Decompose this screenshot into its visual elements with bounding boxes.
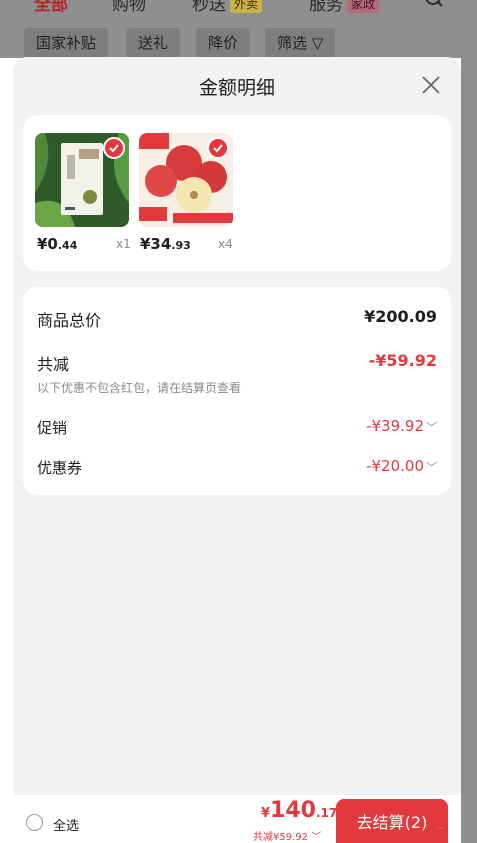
checkout-button[interactable]: 去结算(2) [336,799,448,843]
close-icon[interactable] [419,73,443,97]
coupon-value[interactable]: -¥20.00 ﹀ [366,457,437,475]
filter-price-drop[interactable]: 降价 [196,28,251,58]
discount-label: 共减 [37,355,70,374]
housekeeping-badge: 家政 [347,0,380,13]
selected-check-icon [103,137,125,159]
product-quantity: x4 [218,237,233,251]
search-icon[interactable] [424,0,444,17]
chevron-down-icon: ﹀ [311,832,322,843]
takeout-badge: 外卖 [230,0,263,13]
price-summary-card: 商品总价 ¥200.09 共减 -¥59.92 以下优惠不包含红包，请在结算页查… [23,287,451,495]
selected-check-icon [207,137,229,159]
tab-instant[interactable]: 秒送 外卖 [192,0,263,15]
chevron-down-icon: ﹀ [426,461,437,474]
checkout-bar: 全选 ¥140.17 共减¥59.92 ﹀ 去结算(2) [13,795,461,843]
amount-detail-sheet: 金额明细 ¥0.44 x1 ¥34.93 x4 商品总价 ¥200.09 共减 … [13,57,461,843]
discount-note: 以下优惠不包含红包，请在结算页查看 [37,381,242,395]
product-image-apples[interactable] [139,133,233,227]
product-price: ¥34.93 [140,235,191,253]
select-all-radio[interactable] [26,814,43,831]
filter-national-subsidy[interactable]: 国家补贴 [24,28,109,58]
tab-service[interactable]: 服务 家政 [309,0,380,15]
dimmed-header: 全部 购物 秒送 外卖 服务 家政 国家补贴 送礼 降价 筛选 ▽ [0,0,477,58]
dim-overlay-edge [461,0,477,843]
total-price: ¥140.17 [261,798,338,823]
filter-gift[interactable]: 送礼 [126,28,181,58]
product-list-card: ¥0.44 x1 ¥34.93 x4 [23,115,451,271]
subtotal-value: ¥200.09 [364,307,437,326]
coupon-label: 优惠券 [37,459,83,477]
filter-bar: 国家补贴 送礼 降价 筛选 ▽ [0,28,477,58]
top-tabs: 全部 购物 秒送 外卖 服务 家政 [0,0,477,18]
filter-button[interactable]: 筛选 ▽ [265,28,336,58]
product-quantity: x1 [116,237,131,251]
tab-shopping[interactable]: 购物 [112,0,146,15]
product-image-tea-bag[interactable] [35,133,129,227]
tab-all[interactable]: 全部 [34,0,68,15]
discount-value: -¥59.92 [368,351,437,370]
chevron-down-icon: ﹀ [426,421,437,434]
sheet-title: 金额明细 [198,77,275,99]
subtotal-label: 商品总价 [37,311,102,330]
saved-amount[interactable]: 共减¥59.92 ﹀ [253,828,321,843]
promotion-value[interactable]: -¥39.92 ﹀ [366,417,437,435]
watermark-dots: ··· [437,824,445,833]
product-price: ¥0.44 [37,235,78,253]
promotion-label: 促销 [37,419,68,437]
select-all-label[interactable]: 全选 [53,815,79,834]
